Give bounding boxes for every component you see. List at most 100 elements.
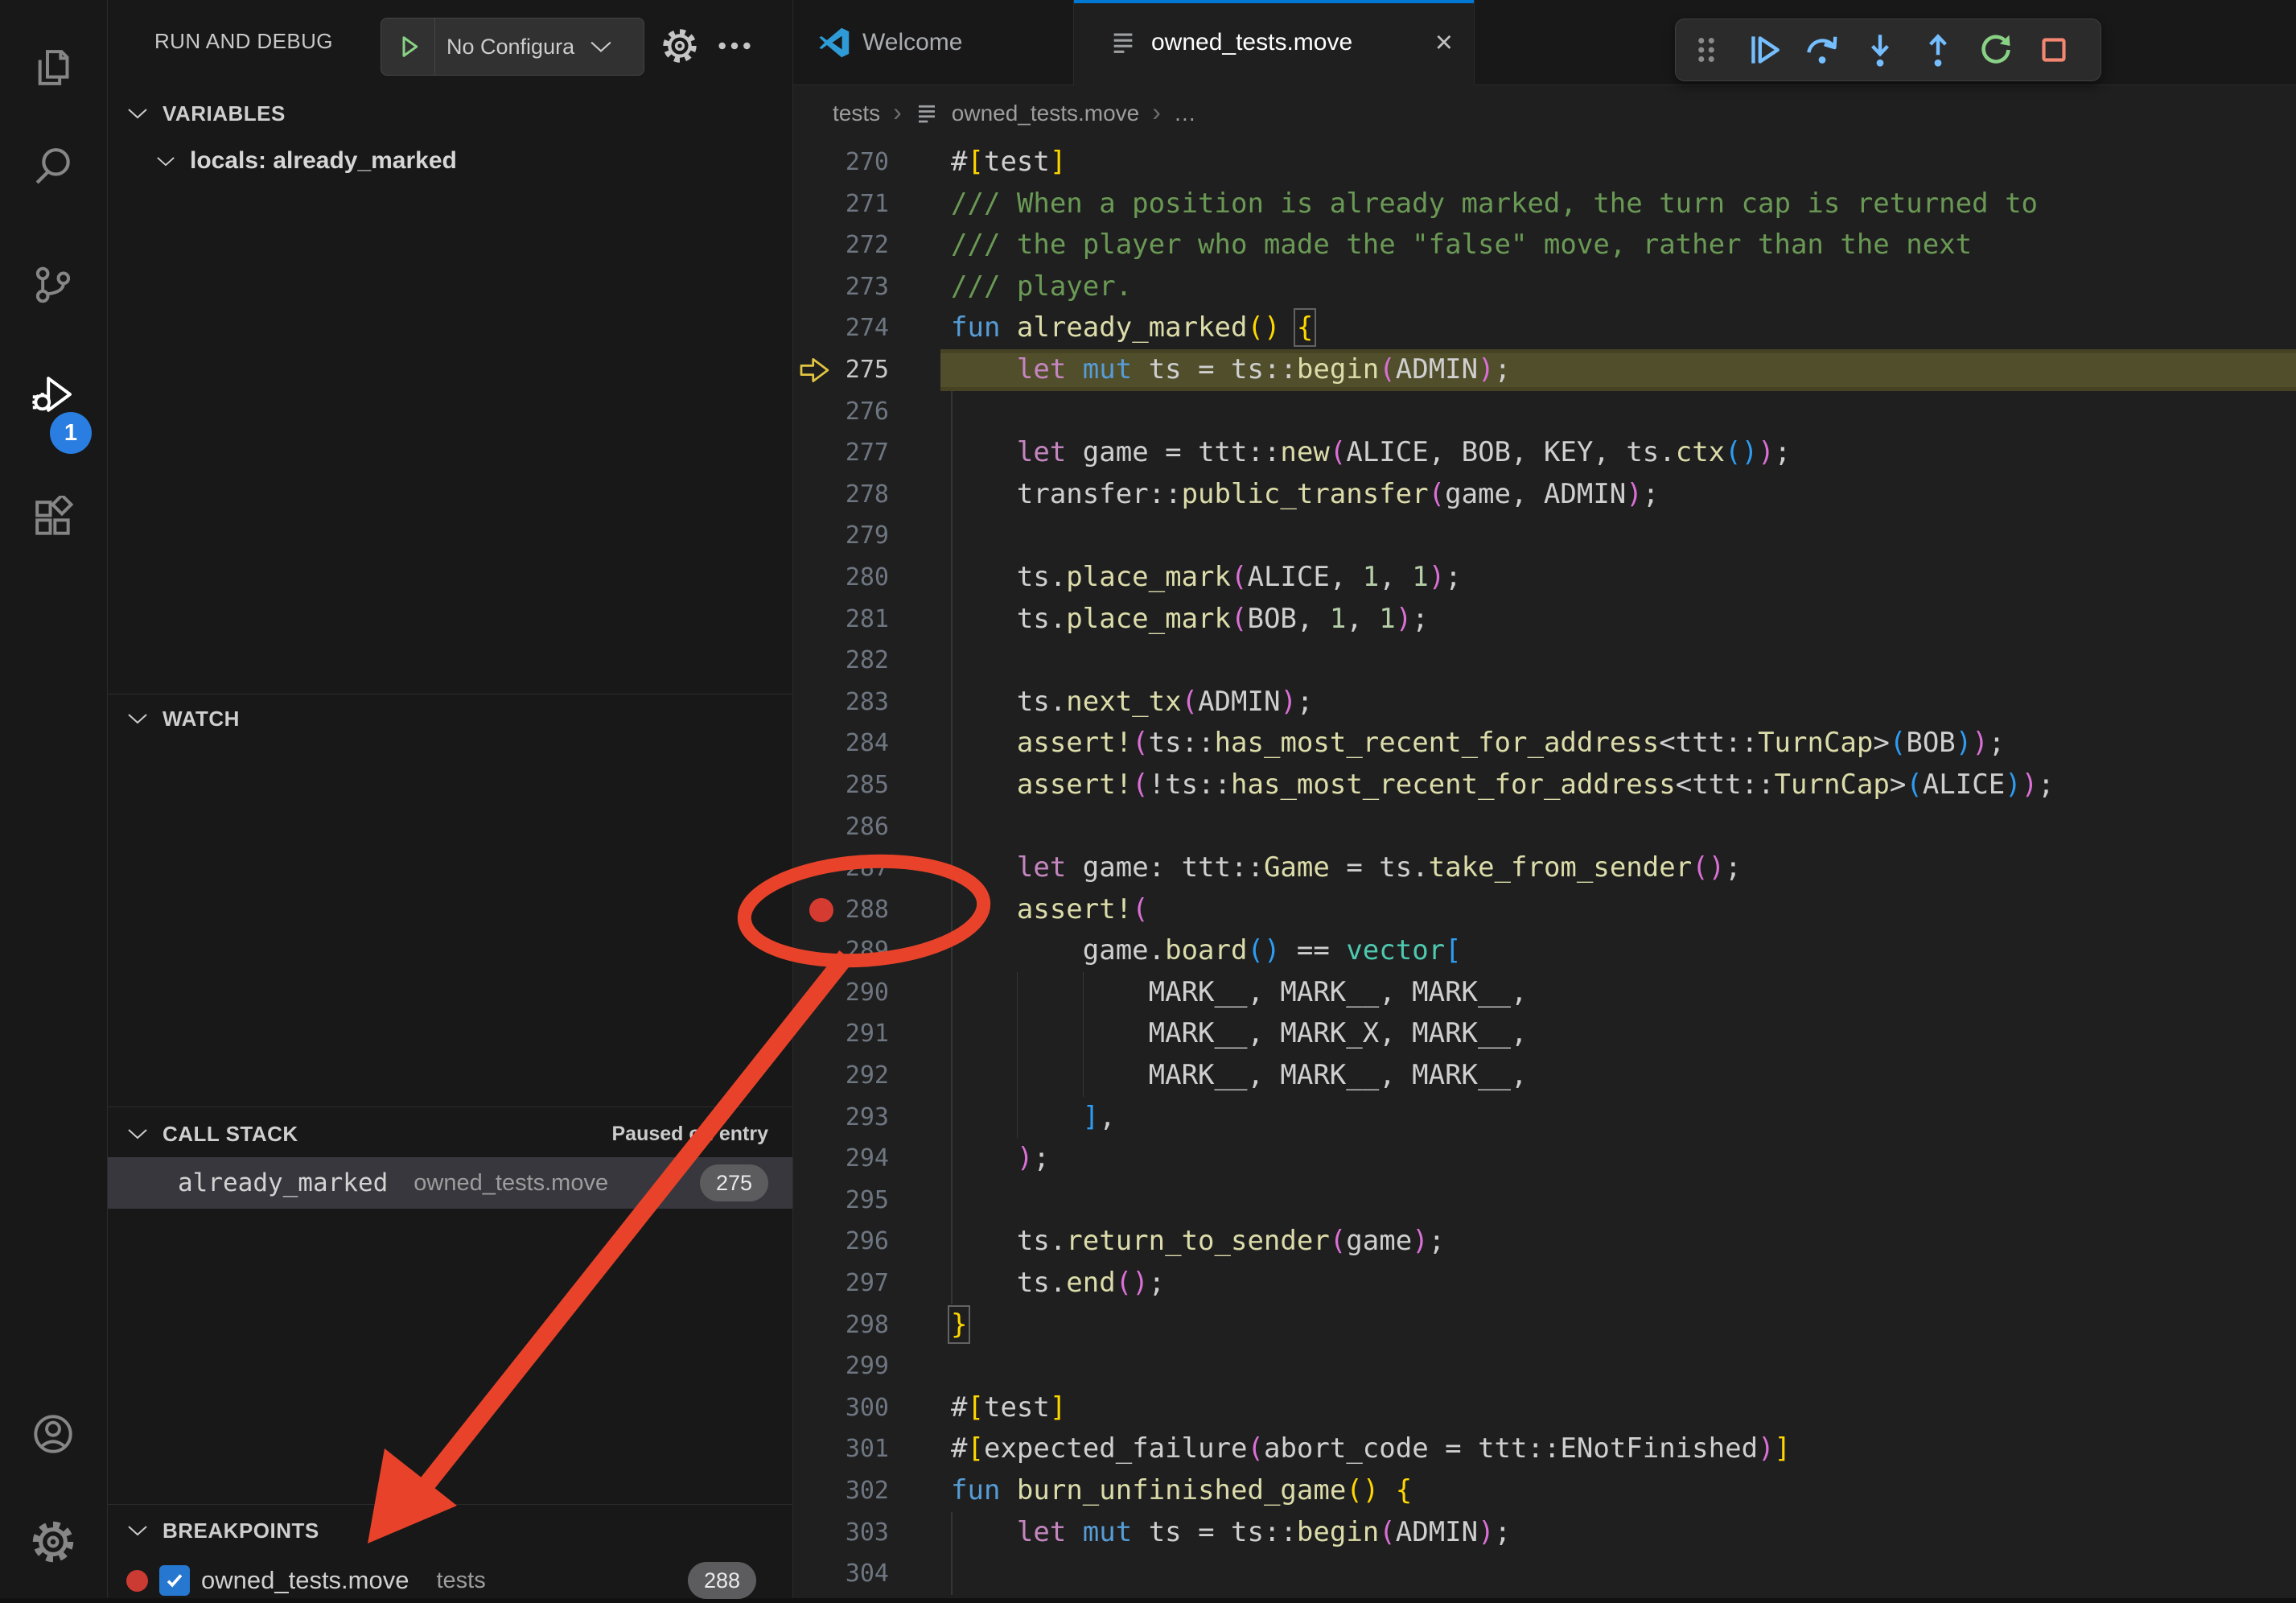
- watch-section-header[interactable]: WATCH: [108, 697, 792, 740]
- gutter[interactable]: 284: [793, 723, 951, 764]
- code-line-301[interactable]: 301#[expected_failure(abort_code = ttt::…: [793, 1428, 2296, 1470]
- code-text[interactable]: MARK__, MARK_X, MARK__,: [951, 1013, 1527, 1055]
- code-text[interactable]: }: [951, 1304, 967, 1346]
- code-line-284[interactable]: 284 assert!(ts::has_most_recent_for_addr…: [793, 723, 2296, 764]
- code-text[interactable]: let game: ttt::Game = ts.take_from_sende…: [951, 847, 1742, 889]
- step-over-button[interactable]: [1800, 27, 1845, 72]
- continue-button[interactable]: [1742, 27, 1787, 72]
- code-line-295[interactable]: 295: [793, 1180, 2296, 1222]
- gutter[interactable]: 293: [793, 1097, 951, 1139]
- extensions-icon[interactable]: [31, 496, 76, 541]
- code-line-277[interactable]: 277 let game = ttt::new(ALICE, BOB, KEY,…: [793, 432, 2296, 474]
- restart-button[interactable]: [1973, 27, 2018, 72]
- code-text[interactable]: );: [951, 1138, 1050, 1180]
- account-icon[interactable]: [31, 1411, 76, 1457]
- code-line-281[interactable]: 281 ts.place_mark(BOB, 1, 1);: [793, 599, 2296, 641]
- gutter[interactable]: 298: [793, 1304, 951, 1346]
- code-line-290[interactable]: 290 MARK__, MARK__, MARK__,: [793, 972, 2296, 1014]
- debug-config-dropdown[interactable]: No Configura: [381, 18, 644, 76]
- code-text[interactable]: MARK__, MARK__, MARK__,: [951, 972, 1527, 1014]
- breakpoint-checkbox[interactable]: [159, 1565, 190, 1596]
- breakpoints-section-header[interactable]: BREAKPOINTS: [108, 1509, 792, 1552]
- gutter[interactable]: 291: [793, 1013, 951, 1055]
- gutter[interactable]: 295: [793, 1180, 951, 1222]
- code-line-287[interactable]: 287 let game: ttt::Game = ts.take_from_s…: [793, 847, 2296, 889]
- code-text[interactable]: ts.end();: [951, 1263, 1165, 1304]
- code-text[interactable]: ts.place_mark(ALICE, 1, 1);: [951, 557, 1462, 599]
- gutter[interactable]: 300: [793, 1387, 951, 1429]
- gutter[interactable]: 276: [793, 391, 951, 433]
- stop-button[interactable]: [2031, 27, 2076, 72]
- breadcrumb-item-tests[interactable]: tests: [833, 101, 880, 126]
- code-line-274[interactable]: 274fun already_marked() {: [793, 307, 2296, 349]
- code-text[interactable]: ],: [951, 1097, 1116, 1139]
- gutter[interactable]: 304: [793, 1553, 951, 1595]
- gutter[interactable]: 275: [793, 349, 951, 391]
- code-editor[interactable]: 270#[test]271/// When a position is alre…: [793, 142, 2296, 1598]
- gutter[interactable]: 290: [793, 972, 951, 1014]
- code-text[interactable]: MARK__, MARK__, MARK__,: [951, 1055, 1527, 1097]
- settings-gear-icon[interactable]: [31, 1519, 76, 1564]
- code-line-297[interactable]: 297 ts.end();: [793, 1263, 2296, 1304]
- code-text[interactable]: let mut ts = ts::begin(ADMIN);: [951, 349, 1511, 391]
- explorer-icon[interactable]: [31, 45, 76, 90]
- gutter[interactable]: 282: [793, 640, 951, 682]
- tab-owned-tests-move[interactable]: owned_tests.move ×: [1074, 0, 1475, 85]
- code-line-270[interactable]: 270#[test]: [793, 142, 2296, 183]
- gutter[interactable]: 274: [793, 307, 951, 349]
- gutter[interactable]: 283: [793, 682, 951, 723]
- more-actions-icon[interactable]: [716, 27, 753, 64]
- gutter[interactable]: 277: [793, 432, 951, 474]
- code-text[interactable]: assert!(: [951, 889, 1149, 931]
- code-line-283[interactable]: 283 ts.next_tx(ADMIN);: [793, 682, 2296, 723]
- code-line-273[interactable]: 273/// player.: [793, 266, 2296, 308]
- start-debug-icon[interactable]: [394, 32, 423, 61]
- code-line-271[interactable]: 271/// When a position is already marked…: [793, 183, 2296, 225]
- code-line-276[interactable]: 276: [793, 391, 2296, 433]
- gutter[interactable]: 303: [793, 1512, 951, 1554]
- gutter[interactable]: 287: [793, 847, 951, 889]
- tab-welcome[interactable]: Welcome: [793, 0, 1074, 84]
- breakpoint-item-row[interactable]: owned_tests.move tests 288: [108, 1558, 792, 1603]
- code-text[interactable]: #[expected_failure(abort_code = ttt::ENo…: [951, 1428, 1791, 1470]
- gutter[interactable]: 280: [793, 557, 951, 599]
- code-text[interactable]: /// the player who made the "false" move…: [951, 225, 1972, 266]
- code-line-292[interactable]: 292 MARK__, MARK__, MARK__,: [793, 1055, 2296, 1097]
- gutter[interactable]: 272: [793, 225, 951, 266]
- code-text[interactable]: ts.place_mark(BOB, 1, 1);: [951, 599, 1429, 641]
- gutter[interactable]: 281: [793, 599, 951, 641]
- code-text[interactable]: assert!(ts::has_most_recent_for_address<…: [951, 723, 2005, 764]
- variables-section-header[interactable]: VARIABLES: [108, 92, 792, 135]
- code-text[interactable]: #[test]: [951, 1387, 1066, 1429]
- code-text[interactable]: /// player.: [951, 266, 1132, 308]
- code-text[interactable]: /// When a position is already marked, t…: [951, 183, 2038, 225]
- code-text[interactable]: #[test]: [951, 142, 1066, 183]
- gutter[interactable]: 279: [793, 515, 951, 557]
- breadcrumb-item-file[interactable]: owned_tests.move: [952, 101, 1139, 126]
- gutter[interactable]: 297: [793, 1263, 951, 1304]
- gutter[interactable]: 278: [793, 474, 951, 516]
- gutter[interactable]: 302: [793, 1470, 951, 1512]
- code-line-286[interactable]: 286: [793, 806, 2296, 848]
- gutter[interactable]: 292: [793, 1055, 951, 1097]
- gutter[interactable]: 286: [793, 806, 951, 848]
- step-into-button[interactable]: [1858, 27, 1903, 72]
- run-and-debug-icon[interactable]: [31, 372, 76, 417]
- code-text[interactable]: ts.next_tx(ADMIN);: [951, 682, 1313, 723]
- call-stack-frame-row[interactable]: already_marked owned_tests.move 275: [108, 1157, 792, 1209]
- gutter[interactable]: 294: [793, 1138, 951, 1180]
- code-line-272[interactable]: 272/// the player who made the "false" m…: [793, 225, 2296, 266]
- code-line-280[interactable]: 280 ts.place_mark(ALICE, 1, 1);: [793, 557, 2296, 599]
- code-line-296[interactable]: 296 ts.return_to_sender(game);: [793, 1221, 2296, 1263]
- debug-settings-gear-icon[interactable]: [661, 27, 698, 64]
- gutter[interactable]: 289: [793, 930, 951, 972]
- code-text[interactable]: fun burn_unfinished_game() {: [951, 1470, 1412, 1512]
- code-line-300[interactable]: 300#[test]: [793, 1387, 2296, 1429]
- code-line-298[interactable]: 298}: [793, 1304, 2296, 1346]
- gutter[interactable]: 273: [793, 266, 951, 308]
- code-text[interactable]: ts.return_to_sender(game);: [951, 1221, 1445, 1263]
- code-line-304[interactable]: 304: [793, 1553, 2296, 1595]
- code-text[interactable]: transfer::public_transfer(game, ADMIN);: [951, 474, 1659, 516]
- gutter[interactable]: 285: [793, 764, 951, 806]
- code-line-299[interactable]: 299: [793, 1345, 2296, 1387]
